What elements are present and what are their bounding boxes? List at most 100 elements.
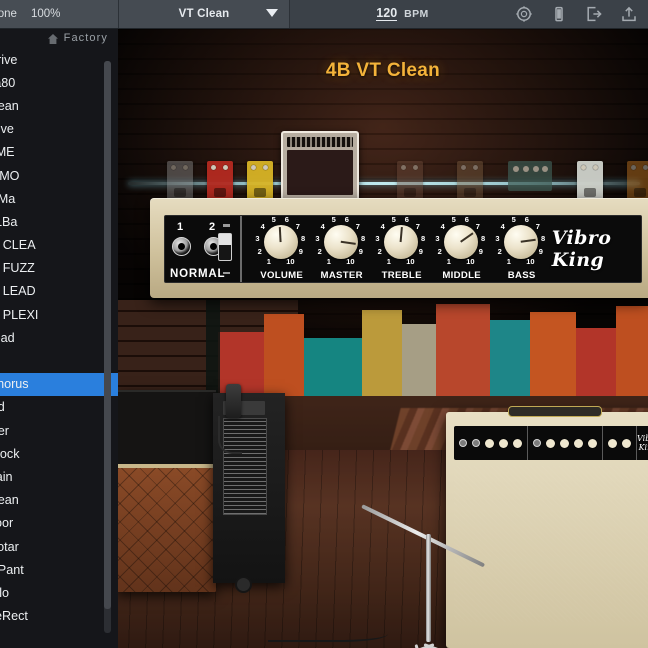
tuner-icon[interactable] (515, 5, 533, 23)
pedal-module-icon (397, 161, 423, 201)
knob-tick-label: 6 (404, 214, 409, 224)
preset-list-item[interactable]: d Drive (0, 118, 118, 141)
preset-list-item-label: V Clean (0, 493, 19, 508)
amp-sim-window: Tone 100% VT Clean 120 BPM (0, 0, 648, 648)
combo-knob (608, 438, 617, 448)
knob-middle[interactable]: 1 2 3 4 5 6 7 8 9 10 MIDDLE (432, 214, 492, 282)
preset-list-item[interactable]: an (0, 349, 118, 372)
preset-list-item-label: es lead (0, 330, 15, 345)
amp-module-icon (281, 131, 359, 201)
knob-dial[interactable] (323, 225, 358, 259)
microphone[interactable] (226, 384, 241, 418)
preset-list[interactable]: M Drive erica80 X Clean d Drive NE-ME TAL MO e… (0, 48, 118, 628)
preset-list-item[interactable]: TAL MO (0, 164, 118, 187)
preset-list-item[interactable]: X Clean (0, 94, 118, 117)
knob-tick-label: 7 (475, 222, 480, 232)
preset-list-item[interactable]: erica80 (0, 71, 118, 94)
download-icon[interactable] (620, 5, 638, 23)
preset-list-item[interactable]: n Floor (0, 512, 118, 535)
preset-list-item[interactable]: AKE LEAD (0, 280, 118, 303)
preset-list-item[interactable]: Mayer (0, 419, 118, 442)
knob-bass[interactable]: 1 2 3 4 5 6 7 8 9 10 BASS (492, 215, 552, 282)
tone-value[interactable]: 100% (31, 8, 60, 20)
knob-tick-label: 1 (506, 256, 511, 266)
combo-input-jack (533, 439, 541, 447)
battery-icon[interactable] (550, 5, 568, 23)
preset-list-item-label: n Floor (0, 516, 14, 531)
knob-tick-label: 10 (346, 256, 355, 266)
combo-knob (485, 438, 494, 448)
knob-pointer (460, 232, 474, 243)
knob-tick-label: 5 (451, 214, 456, 224)
preset-list-item[interactable]: NE-ME (0, 141, 118, 164)
bright-switch[interactable] (217, 233, 232, 261)
preset-list-item[interactable]: anChorus (0, 372, 118, 396)
amp-cabinet-face: 1 2 NORMAL 1 2 3 4 5 6 7 8 9 10 VOLUME 1 2 3 4 5 6 7 8 9 10 M… (150, 198, 648, 298)
tempo-section[interactable]: 120 BPM (290, 0, 515, 28)
combo-knob (588, 438, 597, 448)
sidebar-scrollbar-thumb[interactable] (104, 61, 111, 609)
knob-label: MASTER (320, 270, 363, 281)
preset-list-item[interactable]: sh Rock (0, 442, 118, 465)
preset-list-item-label: X Clean (0, 98, 19, 113)
knob-volume[interactable]: 1 2 3 4 5 6 7 8 9 10 VOLUME (252, 215, 312, 282)
preset-list-item[interactable]: s Solo (0, 581, 118, 604)
knob-pointer (279, 226, 282, 243)
preset-list-item[interactable]: nageRect (0, 605, 118, 628)
export-icon[interactable] (585, 5, 603, 23)
amp-knob-row: 1 2 3 4 5 6 7 8 9 10 VOLUME 1 2 3 4 5 6 7 8 9 10 MASTER 1 2 3 4 5 6… (242, 214, 552, 282)
knob-dial[interactable] (503, 225, 538, 259)
knob-tick-label: 9 (358, 247, 363, 257)
combo-knob (499, 438, 508, 448)
preset-list-item[interactable]: es lead (0, 326, 118, 349)
preset-list-item[interactable]: V Clean (0, 489, 118, 512)
preset-list-item-label: NE-ME (0, 145, 15, 160)
preset-list-item[interactable]: V Gain (0, 465, 118, 488)
amp-input-section: 1 2 NORMAL (165, 216, 242, 282)
tone-label: Tone (0, 8, 17, 20)
mural-block (304, 338, 362, 404)
preset-list-item[interactable]: AKE PLEXI (0, 303, 118, 326)
cabinet-top (118, 392, 216, 464)
input-1-label: 1 (177, 221, 184, 233)
tone-section[interactable]: Tone 100% (0, 0, 118, 28)
preset-list-item[interactable]: M Drive (0, 48, 118, 71)
preset-list-item-label: AKE LEAD (0, 284, 36, 299)
preset-list-item[interactable]: CIALBa (0, 210, 118, 233)
knob-dial[interactable] (443, 225, 478, 259)
preset-list-item[interactable]: edy Ma (0, 187, 118, 210)
knob-dial[interactable] (383, 225, 418, 259)
combo-knob (622, 438, 631, 448)
preset-list-item[interactable]: t lead (0, 396, 118, 419)
preset-list-item[interactable]: nMyPant (0, 558, 118, 581)
knob-dial[interactable] (263, 225, 298, 259)
combo-knob-group-2 (528, 426, 603, 460)
mic-stand-legs (386, 624, 472, 648)
preset-list-item-label: AKE CLEA (0, 238, 36, 253)
knob-master[interactable]: 1 2 3 4 5 6 7 8 9 10 MASTER (312, 214, 372, 282)
knob-tick-label: 6 (344, 214, 349, 224)
input-2-label: 2 (209, 221, 216, 233)
preset-list-item-label: V Gain (0, 469, 13, 484)
input-jack-1[interactable] (172, 237, 191, 256)
pedal-module-icon (577, 161, 603, 201)
preset-dropdown[interactable]: VT Clean (118, 0, 290, 28)
preset-list-item-label: edy Ma (0, 191, 16, 206)
bpm-value[interactable]: 120 (376, 7, 398, 21)
combo-input-jack (472, 439, 480, 447)
knob-treble[interactable]: 1 2 3 4 5 6 7 8 9 10 TREBLE (372, 214, 432, 282)
knob-tick-label: 1 (266, 256, 271, 266)
knob-tick-label: 2 (437, 247, 442, 257)
preset-list-item[interactable]: AKE CLEA (0, 234, 118, 257)
preset-list-item-label: AKE PLEXI (0, 307, 39, 322)
knob-tick-label: 3 (315, 234, 320, 244)
microphone-stand[interactable] (361, 490, 518, 648)
amp-control-face: 1 2 NORMAL 1 2 3 4 5 6 7 8 9 10 VOLUME 1 2 3 4 5 6 7 8 9 10 M… (164, 215, 642, 283)
mural-block (490, 320, 530, 404)
home-icon[interactable] (47, 32, 59, 44)
preset-list-item[interactable]: adRotar (0, 535, 118, 558)
studio-room-scene: Vibro King (118, 300, 648, 648)
mural-block (616, 306, 648, 404)
preset-list-item[interactable]: AKE FUZZ (0, 257, 118, 280)
sidebar-scrollbar[interactable] (104, 61, 111, 633)
